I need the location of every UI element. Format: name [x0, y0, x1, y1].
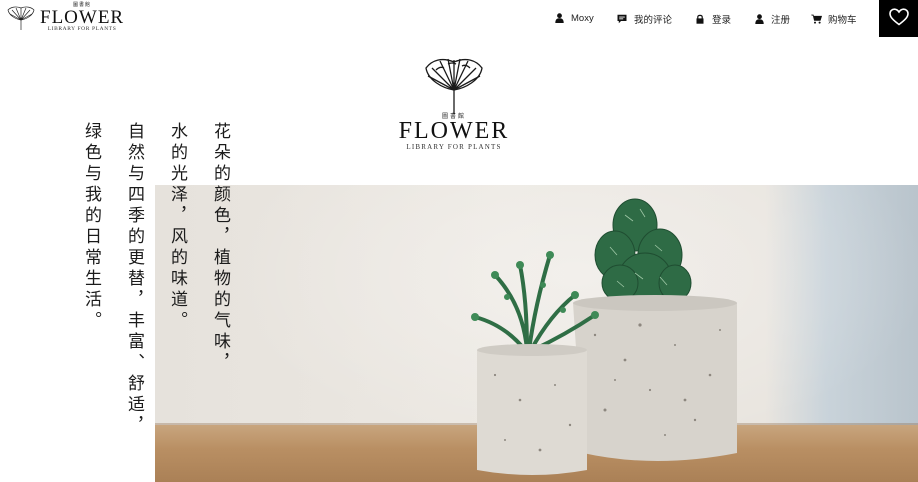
nav-register-label: 注册: [771, 15, 791, 26]
hero-plant-photo: [155, 185, 918, 482]
brand-logo[interactable]: 圖書館 FLOWER LIBRARY FOR PLANTS: [6, 3, 123, 33]
poem-line: 花朵的颜色，植物的气味，: [210, 122, 230, 374]
comment-icon: [616, 13, 628, 25]
brand-subtitle: LIBRARY FOR PLANTS: [47, 26, 117, 33]
poem-line: 水的光泽，风的味道。: [167, 122, 187, 332]
small-concrete-pot: [477, 344, 587, 475]
nav-login-link[interactable]: 登录: [694, 12, 731, 26]
nav-reviews-link[interactable]: 我的评论: [616, 12, 672, 26]
nav-cart-label: 购物车: [828, 15, 857, 26]
user-icon: [553, 12, 565, 24]
favorites-button[interactable]: [879, 0, 918, 37]
nav-login-label: 登录: [712, 15, 732, 26]
user-add-icon: [753, 13, 765, 25]
ginkgo-leaf-icon: [425, 58, 483, 114]
vertical-poem: 花朵的颜色，植物的气味， 水的光泽，风的味道。 自然与四季的更替，丰富、舒适， …: [76, 122, 246, 452]
heart-icon: [888, 8, 909, 29]
nav-reviews-label: 我的评论: [634, 15, 673, 26]
ginkgo-leaf-icon: [7, 6, 35, 30]
hero-logo: 圖書館 FLOWER LIBRARY FOR PLANTS: [394, 56, 514, 156]
hero-logo-name: FLOWER: [398, 118, 510, 144]
top-navigation-bar: 圖書館 FLOWER LIBRARY FOR PLANTS Moxy 我的评论 …: [0, 0, 918, 37]
nav-user-label: Moxy: [571, 12, 594, 24]
nav-register-link[interactable]: 注册: [753, 12, 790, 26]
poem-line: 自然与四季的更替，丰富、舒适，: [124, 122, 144, 437]
cart-icon: [810, 13, 822, 25]
nav-user-link[interactable]: Moxy: [553, 12, 594, 24]
lock-icon: [694, 13, 706, 25]
nav-cart-link[interactable]: 购物车: [810, 12, 857, 26]
hero-logo-subtitle: LIBRARY FOR PLANTS: [406, 143, 502, 151]
potted-plants-illustration: [471, 198, 737, 475]
poem-line: 绿色与我的日常生活。: [81, 122, 101, 332]
brand-name: FLOWER: [40, 7, 125, 29]
large-concrete-pot: [573, 295, 737, 461]
